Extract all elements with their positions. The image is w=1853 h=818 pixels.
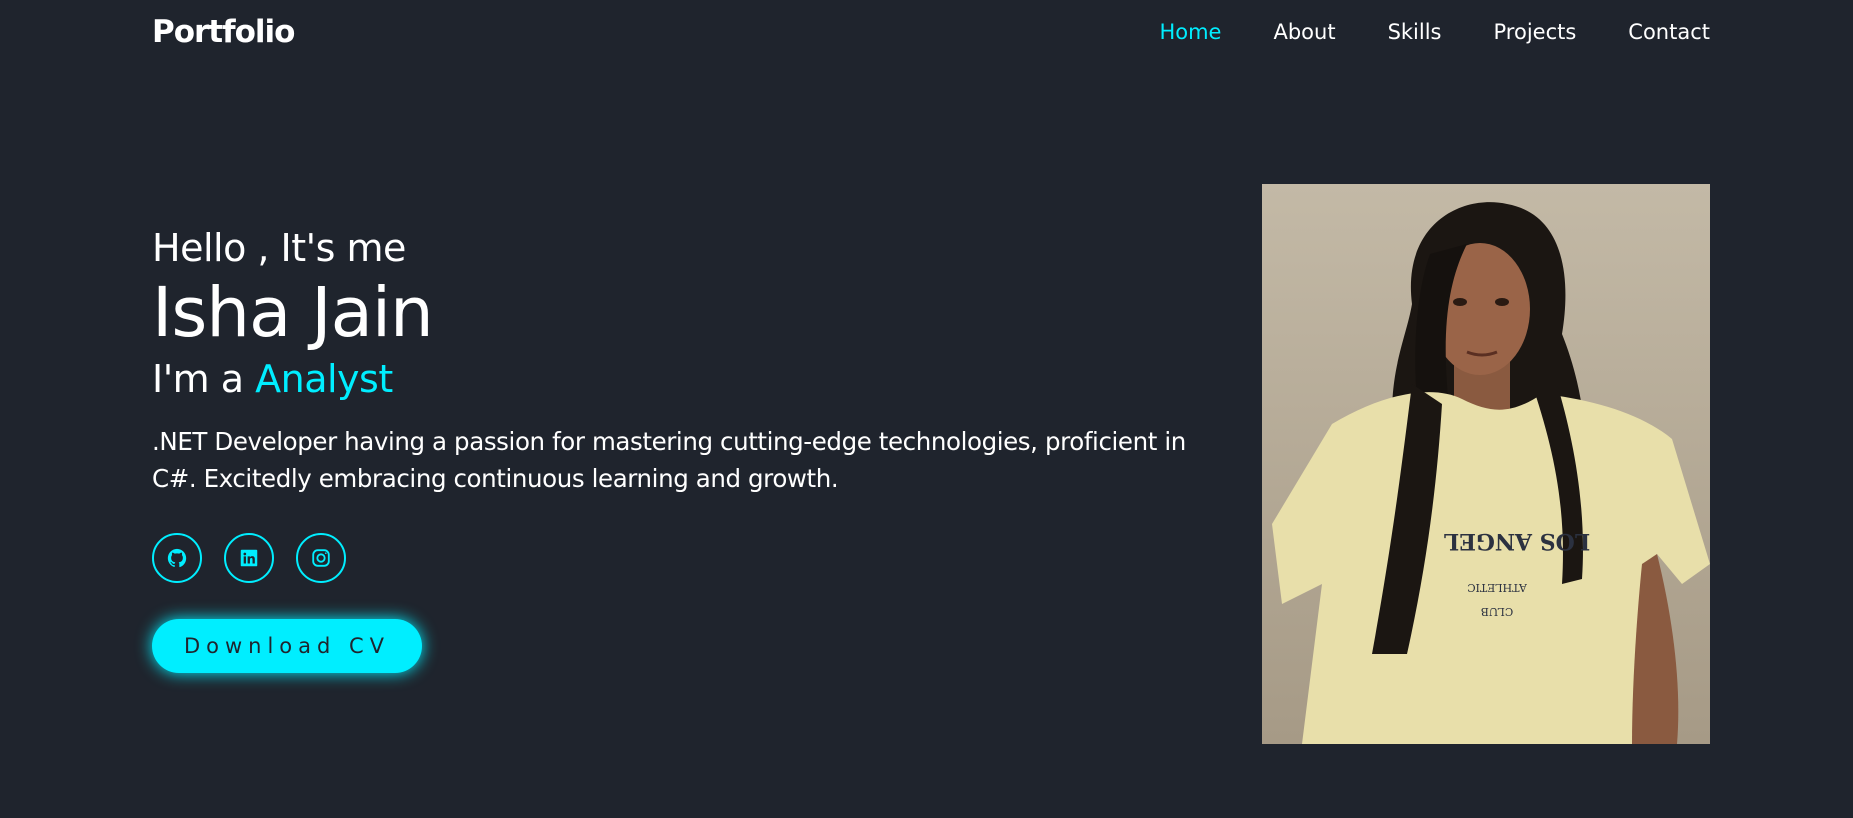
instagram-link[interactable] xyxy=(296,533,346,584)
github-link[interactable] xyxy=(152,533,202,584)
social-links xyxy=(152,533,1232,584)
hero-name: Isha Jain xyxy=(152,273,434,353)
greeting: Hello , It's me xyxy=(152,226,406,270)
nav-skills[interactable]: Skills xyxy=(1388,20,1442,44)
nav-projects[interactable]: Projects xyxy=(1494,20,1577,44)
hero-section: Hello , It's me Isha Jain I'm a Analyst … xyxy=(152,226,1232,674)
main-nav: Home About Skills Projects Contact xyxy=(1159,20,1710,44)
role-title: Analyst xyxy=(255,357,393,402)
linkedin-link[interactable] xyxy=(224,533,274,584)
nav-contact[interactable]: Contact xyxy=(1628,20,1710,44)
profile-photo: LOS ANGEL ATHLETIC CLUB xyxy=(1262,184,1710,744)
shirt-text: LOS ANGEL xyxy=(1444,528,1590,554)
site-header: Portfolio Home About Skills Projects Con… xyxy=(0,0,1853,70)
logo[interactable]: Portfolio xyxy=(152,14,295,50)
instagram-icon xyxy=(312,549,330,568)
github-icon xyxy=(167,549,187,568)
nav-home[interactable]: Home xyxy=(1159,20,1221,44)
portrait-illustration: LOS ANGEL ATHLETIC CLUB xyxy=(1262,184,1710,744)
shirt-text-3: CLUB xyxy=(1481,605,1513,618)
download-cv-button[interactable]: Download CV xyxy=(152,619,422,674)
bio-text: .NET Developer having a passion for mast… xyxy=(152,427,1186,494)
linkedin-icon xyxy=(240,550,258,567)
role-prefix: I'm a xyxy=(152,357,256,402)
nav-about[interactable]: About xyxy=(1273,20,1335,44)
role-line: I'm a Analyst xyxy=(152,357,1232,401)
shirt-text-2: ATHLETIC xyxy=(1467,581,1528,594)
